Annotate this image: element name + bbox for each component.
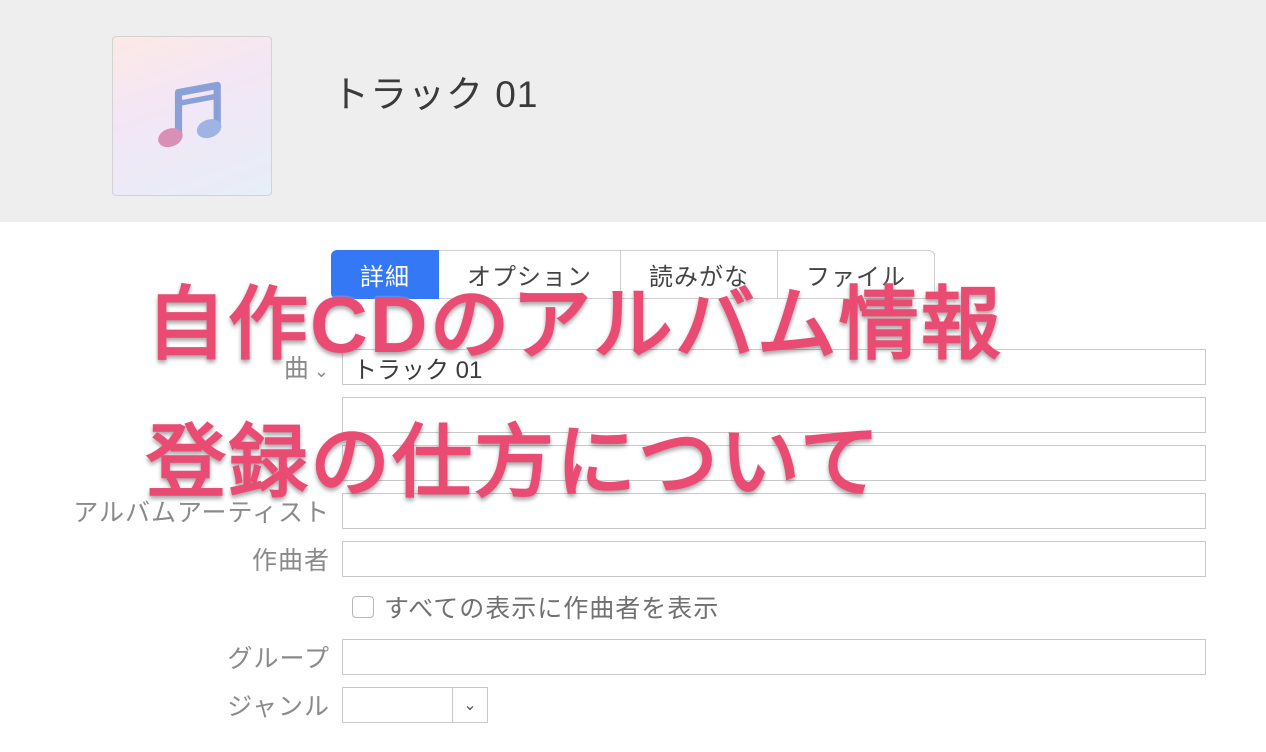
row-group: グループ (0, 639, 1206, 675)
row-genre: ジャンル ⌄ (0, 687, 1206, 723)
label-show-composer: すべての表示に作曲者を表示 (384, 589, 719, 625)
row-composer: 作曲者 (0, 541, 1206, 577)
input-artist[interactable] (342, 397, 1206, 433)
input-group[interactable] (342, 639, 1206, 675)
label-group: グループ (0, 639, 330, 675)
form-area: 曲⌄ アルバムアーティスト 作曲者 すべての表示に作曲者を表示 グループ ジャン… (0, 349, 1266, 723)
header-region: トラック 01 (0, 0, 1266, 222)
row-song: 曲⌄ (0, 349, 1206, 385)
chevron-down-icon: ⌄ (463, 695, 476, 715)
row-show-composer: すべての表示に作曲者を表示 (352, 589, 1206, 625)
music-note-icon (147, 71, 237, 161)
input-composer[interactable] (342, 541, 1206, 577)
tab-bar: 詳細 オプション 読みがな ファイル (0, 250, 1266, 299)
tab-details[interactable]: 詳細 (331, 250, 439, 299)
album-artwork (112, 36, 272, 196)
input-genre[interactable] (342, 687, 452, 723)
label-genre: ジャンル (0, 687, 330, 723)
label-song: 曲⌄ (0, 349, 330, 385)
label-composer: 作曲者 (0, 541, 330, 577)
track-title: トラック 01 (332, 64, 538, 118)
genre-dropdown-button[interactable]: ⌄ (452, 687, 488, 723)
checkbox-show-composer[interactable] (352, 596, 374, 618)
tab-reading[interactable]: 読みがな (621, 250, 778, 299)
chevron-down-icon[interactable]: ⌄ (314, 361, 330, 382)
input-album[interactable] (342, 445, 1206, 481)
row-album (0, 445, 1206, 481)
row-album-artist: アルバムアーティスト (0, 493, 1206, 529)
genre-combo: ⌄ (342, 687, 488, 723)
tab-option[interactable]: オプション (439, 250, 621, 299)
input-album-artist[interactable] (342, 493, 1206, 529)
label-album-artist: アルバムアーティスト (0, 493, 330, 529)
row-artist (0, 397, 1206, 433)
input-song[interactable] (342, 349, 1206, 385)
tab-file[interactable]: ファイル (778, 250, 935, 299)
